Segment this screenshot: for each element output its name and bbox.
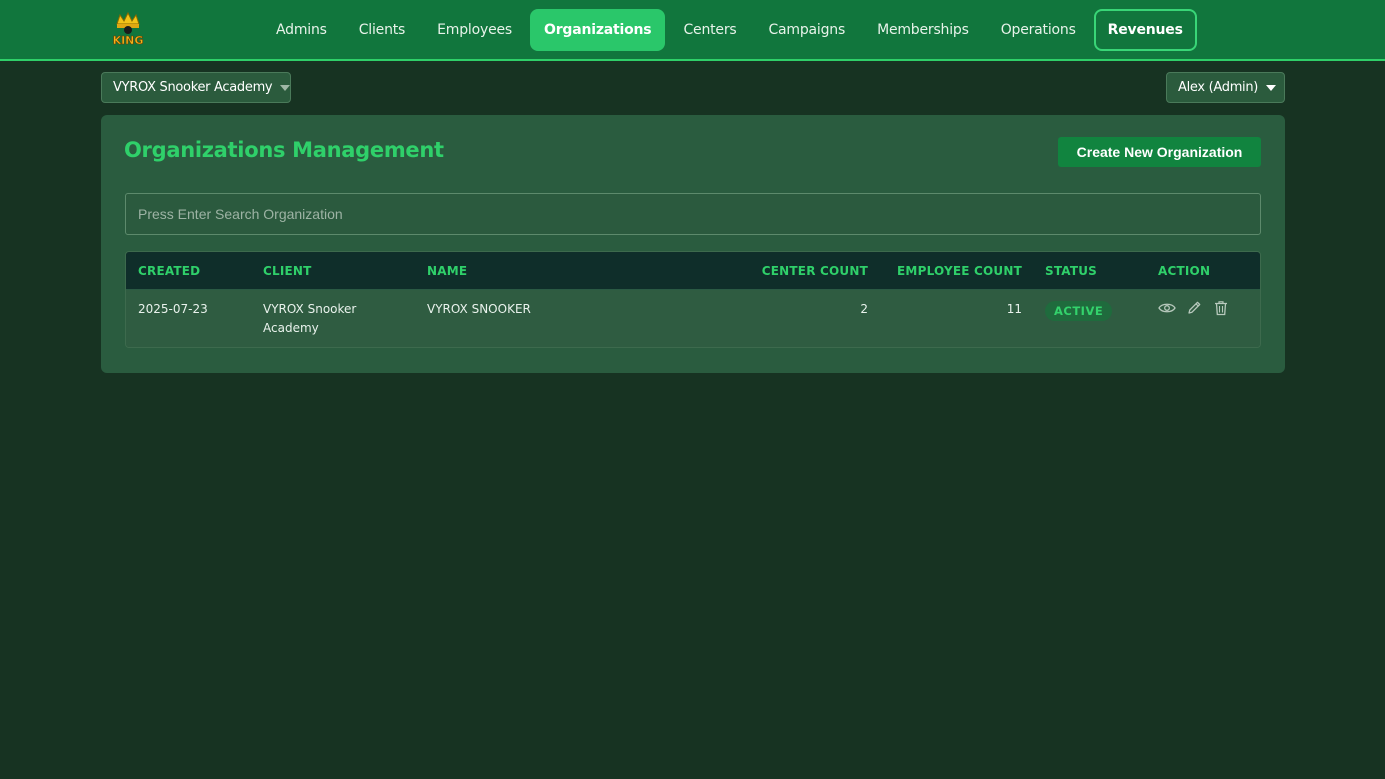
main-nav: Admins Clients Employees Organizations C… [262,9,1201,51]
organizations-card: Organizations Management Create New Orga… [101,115,1285,373]
eye-icon [1158,303,1176,313]
edit-button[interactable] [1184,299,1204,317]
pencil-icon [1188,301,1201,314]
nav-item-employees[interactable]: Employees [423,9,526,51]
cell-name: VYROX SNOOKER [427,302,531,316]
delete-button[interactable] [1211,299,1231,317]
caret-down-icon [280,84,291,91]
nav-item-campaigns[interactable]: Campaigns [754,9,859,51]
trash-icon [1215,301,1227,316]
cell-employee-count: 11 [1006,302,1022,316]
organization-selector[interactable]: VYROX Snooker Academy [101,72,291,103]
table-header: CREATED CLIENT NAME CENTER COUNT EMPLOYE… [126,252,1260,290]
column-header-client[interactable]: CLIENT [263,252,312,290]
status-badge: ACTIVE [1045,301,1113,321]
user-menu[interactable]: Alex (Admin) [1166,72,1285,103]
table-row[interactable]: 2025-07-23 VYROX Snooker Academy VYROX S… [126,290,1260,347]
crown-logo-icon[interactable]: KING [108,10,148,50]
cell-center-count: 2 [860,302,868,316]
column-header-created[interactable]: CREATED [138,252,200,290]
row-actions [1157,299,1238,317]
nav-item-admins[interactable]: Admins [262,9,341,51]
column-header-employee-count[interactable]: EMPLOYEE COUNT [886,252,1022,290]
view-button[interactable] [1157,299,1177,317]
logo-text: KING [113,34,144,47]
column-header-status[interactable]: STATUS [1045,252,1097,290]
cell-created: 2025-07-23 [138,302,208,316]
column-header-action: ACTION [1158,264,1211,278]
top-navigation-bar: KING Admins Clients Employees Organizati… [0,0,1385,61]
cell-client: VYROX Snooker Academy [263,302,357,335]
organization-selector-value: VYROX Snooker Academy [113,80,273,95]
nav-item-memberships[interactable]: Memberships [863,9,983,51]
nav-item-revenues[interactable]: Revenues [1093,9,1197,51]
column-header-center-count[interactable]: CENTER COUNT [726,252,868,290]
organizations-table: CREATED CLIENT NAME CENTER COUNT EMPLOYE… [125,251,1261,348]
create-organization-button[interactable]: Create New Organization [1058,137,1261,167]
search-input[interactable] [125,193,1261,235]
user-menu-label: Alex (Admin) [1178,80,1259,95]
nav-item-centers[interactable]: Centers [669,9,750,51]
page-title: Organizations Management [124,138,444,162]
nav-item-organizations[interactable]: Organizations [530,9,666,51]
nav-item-clients[interactable]: Clients [345,9,419,51]
nav-item-operations[interactable]: Operations [987,9,1090,51]
caret-down-icon [1266,84,1277,91]
column-header-name[interactable]: NAME [427,252,467,290]
